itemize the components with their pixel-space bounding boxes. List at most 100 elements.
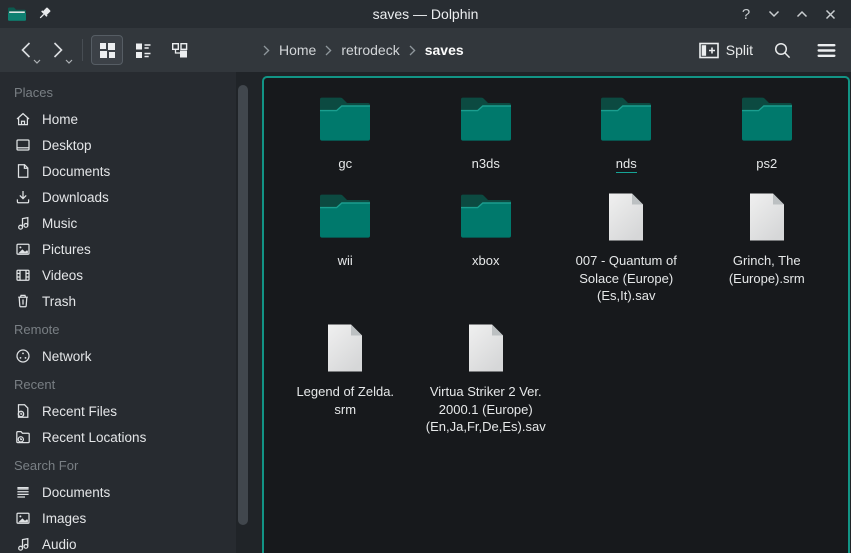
folder-item-ps2[interactable]: ps2	[697, 95, 838, 192]
places-panel: PlacesHomeDesktopDocumentsDownloadsMusic…	[0, 72, 236, 553]
forward-button[interactable]	[42, 34, 74, 66]
trash-icon	[14, 292, 32, 310]
breadcrumb-item-home[interactable]: Home	[263, 42, 316, 58]
file-icon	[317, 323, 373, 373]
video-icon	[14, 266, 32, 284]
sidebar-item-label: Images	[42, 511, 86, 526]
section-header-recent: Recent	[0, 369, 236, 398]
help-button[interactable]: ?	[735, 3, 757, 25]
pin-icon[interactable]	[36, 5, 54, 23]
item-label: n3ds	[472, 155, 500, 173]
file-grid-row: gc n3ds nds ps2	[275, 95, 848, 192]
sidebar-item-label: Network	[42, 349, 92, 364]
file-icon	[458, 323, 514, 373]
breadcrumb: Home retrodeck saves	[263, 42, 464, 58]
sidebar-item-desktop[interactable]: Desktop	[0, 132, 236, 158]
file-grid-row: Legend of Zelda.srm Virtua Striker 2 Ver…	[275, 323, 848, 453]
back-button[interactable]	[10, 34, 42, 66]
music-icon	[14, 214, 32, 232]
folder-item-xbox[interactable]: xbox	[416, 192, 557, 323]
item-label: Virtua Striker 2 Ver.2000.1 (Europe)(En,…	[426, 383, 546, 436]
file-view[interactable]: gc n3ds nds ps2 wii xbox 007 - Quantum o…	[262, 76, 850, 553]
sidebar-item-recent-files[interactable]: Recent Files	[0, 398, 236, 424]
folder-item-nds[interactable]: nds	[556, 95, 697, 192]
sidebar-item-documents[interactable]: Documents	[0, 158, 236, 184]
home-icon	[14, 110, 32, 128]
network-icon	[14, 347, 32, 365]
sidebar-item-videos[interactable]: Videos	[0, 262, 236, 288]
section-header-search-for: Search For	[0, 450, 236, 479]
close-button[interactable]	[819, 3, 841, 25]
search-icon	[773, 41, 792, 60]
folder-icon	[739, 95, 795, 145]
chevron-right-icon	[409, 45, 416, 56]
sidebar-item-label: Downloads	[42, 190, 109, 205]
folder-icon	[598, 95, 654, 145]
icons-view-button[interactable]	[91, 35, 123, 65]
sidebar-item-recent-locations[interactable]: Recent Locations	[0, 424, 236, 450]
music-icon	[14, 535, 32, 553]
tree-view-icon	[169, 40, 189, 60]
file-item-virtua-striker-2-ver-2000-1-eu[interactable]: Virtua Striker 2 Ver.2000.1 (Europe)(En,…	[416, 323, 557, 453]
sidebar-item-downloads[interactable]: Downloads	[0, 184, 236, 210]
file-item-007-quantum-of-solace-europe-e[interactable]: 007 - Quantum ofSolace (Europe)(Es,It).s…	[556, 192, 697, 323]
item-label: gc	[338, 155, 352, 173]
file-icon	[739, 192, 795, 242]
sidebar-item-label: Music	[42, 216, 77, 231]
back-dropdown-caret	[33, 59, 41, 64]
sidebar-item-trash[interactable]: Trash	[0, 288, 236, 314]
sidebar-item-label: Recent Files	[42, 404, 117, 419]
toolbar: Home retrodeck saves Split	[0, 28, 851, 72]
sidebar-scrollbar[interactable]	[238, 85, 248, 525]
sidebar-item-documents[interactable]: Documents	[0, 479, 236, 505]
chevron-right-icon	[263, 45, 270, 56]
item-label: Grinch, The(Europe).srm	[729, 252, 805, 287]
sidebar-item-images[interactable]: Images	[0, 505, 236, 531]
folder-icon	[458, 95, 514, 145]
details-view-button[interactable]	[127, 35, 159, 65]
menu-button[interactable]	[811, 35, 841, 65]
tree-view-button[interactable]	[163, 35, 195, 65]
sidebar-item-audio[interactable]: Audio	[0, 531, 236, 553]
sidebar-item-home[interactable]: Home	[0, 106, 236, 132]
file-icon	[598, 192, 654, 242]
file-item-legend-of-zelda-srm[interactable]: Legend of Zelda.srm	[275, 323, 416, 453]
sidebar-item-network[interactable]: Network	[0, 343, 236, 369]
sidebar-item-label: Recent Locations	[42, 430, 146, 445]
sidebar-item-label: Documents	[42, 485, 110, 500]
file-grid: gc n3ds nds ps2 wii xbox 007 - Quantum o…	[275, 95, 848, 453]
search-button[interactable]	[767, 35, 797, 65]
window-body: PlacesHomeDesktopDocumentsDownloadsMusic…	[0, 72, 851, 553]
folder-icon	[458, 192, 514, 242]
maximize-button[interactable]	[791, 3, 813, 25]
chevron-right-icon	[325, 45, 332, 56]
breadcrumb-item-retrodeck[interactable]: retrodeck	[325, 42, 399, 58]
folder-item-n3ds[interactable]: n3ds	[416, 95, 557, 192]
document-icon	[14, 162, 32, 180]
folder-item-wii[interactable]: wii	[275, 192, 416, 323]
sidebar-item-pictures[interactable]: Pictures	[0, 236, 236, 262]
breadcrumb-label: Home	[279, 42, 316, 58]
details-view-icon	[133, 40, 153, 60]
split-view-icon	[699, 42, 719, 59]
titlebar: saves — Dolphin ?	[0, 0, 851, 28]
item-label: Legend of Zelda.srm	[296, 383, 394, 418]
recent-folder-icon	[14, 428, 32, 446]
split-button[interactable]: Split	[699, 42, 753, 59]
recent-file-icon	[14, 402, 32, 420]
sidebar-item-label: Audio	[42, 537, 77, 552]
sidebar-item-label: Documents	[42, 164, 110, 179]
item-label: nds	[616, 155, 637, 173]
hamburger-icon	[817, 43, 836, 58]
folder-item-gc[interactable]: gc	[275, 95, 416, 192]
section-header-remote: Remote	[0, 314, 236, 343]
item-label: ps2	[756, 155, 777, 173]
item-label: xbox	[472, 252, 499, 270]
minimize-button[interactable]	[763, 3, 785, 25]
sidebar-item-music[interactable]: Music	[0, 210, 236, 236]
download-icon	[14, 188, 32, 206]
text-lines-icon	[14, 483, 32, 501]
breadcrumb-item-saves[interactable]: saves	[409, 42, 464, 58]
app-folder-icon	[7, 6, 27, 22]
file-item-grinch-the-europe-srm[interactable]: Grinch, The(Europe).srm	[697, 192, 838, 323]
